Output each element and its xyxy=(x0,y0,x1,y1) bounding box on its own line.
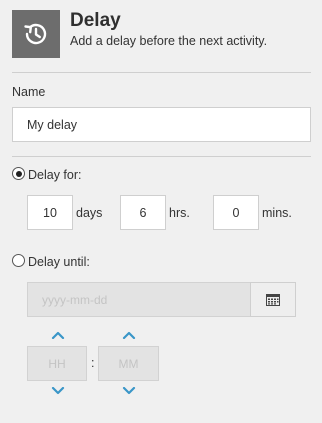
delay-until-radio[interactable] xyxy=(12,254,25,267)
calendar-button[interactable] xyxy=(250,282,296,317)
minute-placeholder: MM xyxy=(118,356,139,371)
minute-input[interactable]: MM xyxy=(98,346,159,381)
name-input-value: My delay xyxy=(27,117,78,132)
minutes-unit-label: mins. xyxy=(262,206,292,220)
days-unit-label: days xyxy=(76,206,103,220)
hour-up-chevron-icon[interactable] xyxy=(51,331,65,339)
date-input[interactable]: yyyy-mm-dd xyxy=(27,282,251,317)
days-input[interactable]: 10 xyxy=(27,195,73,230)
days-value: 10 xyxy=(43,205,57,220)
minutes-input[interactable]: 0 xyxy=(213,195,259,230)
hour-down-chevron-icon[interactable] xyxy=(51,387,65,395)
page-title: Delay xyxy=(70,10,121,31)
page-subtitle: Add a delay before the next activity. xyxy=(70,34,268,48)
time-separator: : xyxy=(91,356,95,370)
divider-middle xyxy=(12,156,311,157)
delay-until-label[interactable]: Delay until: xyxy=(28,255,90,269)
minutes-value: 0 xyxy=(232,205,240,220)
hour-placeholder: HH xyxy=(48,356,66,371)
minute-down-chevron-icon[interactable] xyxy=(122,387,136,395)
header: Delay Add a delay before the next activi… xyxy=(12,10,310,60)
divider-top xyxy=(12,72,311,73)
name-input[interactable]: My delay xyxy=(12,107,311,142)
hours-input[interactable]: 6 xyxy=(120,195,166,230)
name-label: Name xyxy=(12,85,46,99)
minute-up-chevron-icon[interactable] xyxy=(122,331,136,339)
clock-rewind-icon xyxy=(12,10,60,58)
delay-for-label[interactable]: Delay for: xyxy=(28,168,82,182)
hours-value: 6 xyxy=(139,205,147,220)
calendar-icon xyxy=(266,293,280,306)
hours-unit-label: hrs. xyxy=(169,206,190,220)
delay-for-radio[interactable] xyxy=(12,167,25,180)
hour-input[interactable]: HH xyxy=(27,346,87,381)
date-placeholder: yyyy-mm-dd xyxy=(42,292,108,307)
radio-selected-dot xyxy=(15,170,22,177)
